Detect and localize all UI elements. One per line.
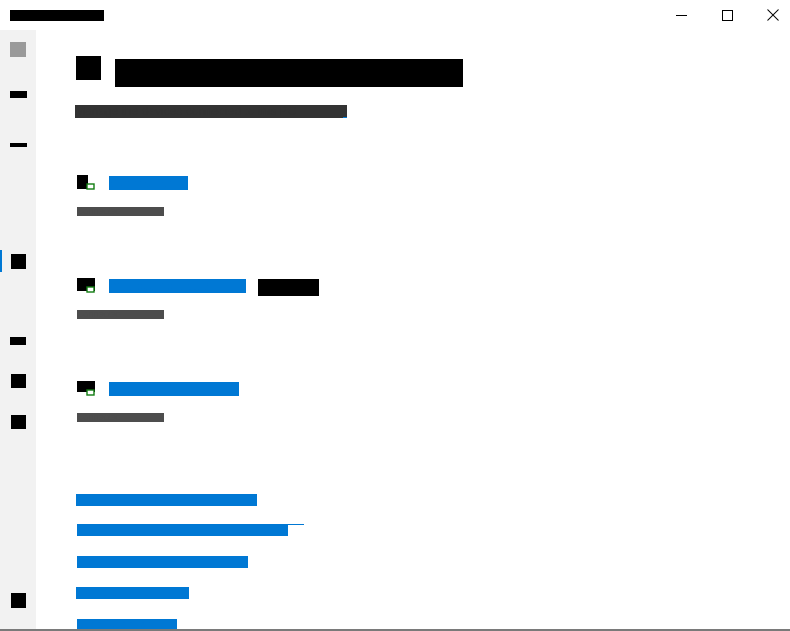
menu-icon — [9, 143, 27, 147]
device-name-link[interactable]: Bluetooth Mouse — [109, 382, 239, 396]
home-icon — [10, 41, 26, 57]
default-badge: Default — [258, 279, 319, 296]
rail-item-phone[interactable] — [0, 243, 36, 279]
maximize-button[interactable] — [704, 0, 750, 30]
device-name-link[interactable]: Wireless Keyboard — [109, 279, 246, 293]
minimize-button[interactable] — [658, 0, 704, 30]
rail-item-menu[interactable] — [0, 127, 36, 163]
search-icon — [9, 90, 27, 98]
pen-icon — [77, 175, 95, 192]
link-underline — [288, 524, 304, 525]
bluetooth-icon — [76, 56, 101, 80]
device-item: Bluetooth Mouse Connected — [77, 381, 577, 422]
get-help-link[interactable]: Get help online — [76, 587, 189, 599]
keyboard-icon — [10, 337, 26, 345]
device-status: Connected — [77, 310, 164, 319]
device-name-link[interactable]: Surface Pen — [109, 176, 188, 190]
minimize-icon — [675, 10, 687, 21]
devices-printers-link[interactable]: Devices and printers settings — [77, 556, 248, 568]
phone-icon — [10, 253, 26, 269]
close-button[interactable] — [750, 0, 790, 30]
window-title: Settings — [10, 10, 104, 21]
page-subtitle: Manage the devices connected to this PC — [75, 105, 347, 118]
add-device-link[interactable]: Add Bluetooth or other device — [76, 494, 257, 506]
mouse-icon — [77, 381, 95, 398]
display-icon — [10, 374, 26, 388]
rail-item-home[interactable] — [0, 31, 36, 67]
device-item: Wireless Keyboard Default Connected — [77, 278, 577, 319]
nav-rail — [0, 30, 36, 631]
more-settings-link[interactable]: Sound, mouse, keyboard, and more setting… — [77, 524, 288, 536]
device-icon — [10, 415, 26, 429]
settings-window: Settings Bluetooth & other devices Manag… — [0, 0, 790, 631]
page-title: Bluetooth & other devices — [115, 59, 463, 87]
rail-item-settings[interactable] — [0, 582, 36, 618]
main-content: Bluetooth & other devices Manage the dev… — [36, 30, 790, 631]
keyboard-device-icon — [77, 278, 95, 295]
gear-icon — [10, 592, 26, 608]
subtitle-underline — [343, 117, 347, 118]
rail-item-keyboard[interactable] — [0, 323, 36, 359]
maximize-icon — [721, 9, 733, 21]
device-item: Surface Pen Connected — [77, 175, 577, 216]
device-status: Connected — [77, 207, 164, 216]
rail-item-display[interactable] — [0, 363, 36, 399]
close-icon — [767, 9, 779, 21]
rail-item-device[interactable] — [0, 404, 36, 440]
title-bar: Settings — [0, 0, 790, 30]
device-status: Connected — [77, 413, 164, 422]
rail-item-search[interactable] — [0, 76, 36, 112]
